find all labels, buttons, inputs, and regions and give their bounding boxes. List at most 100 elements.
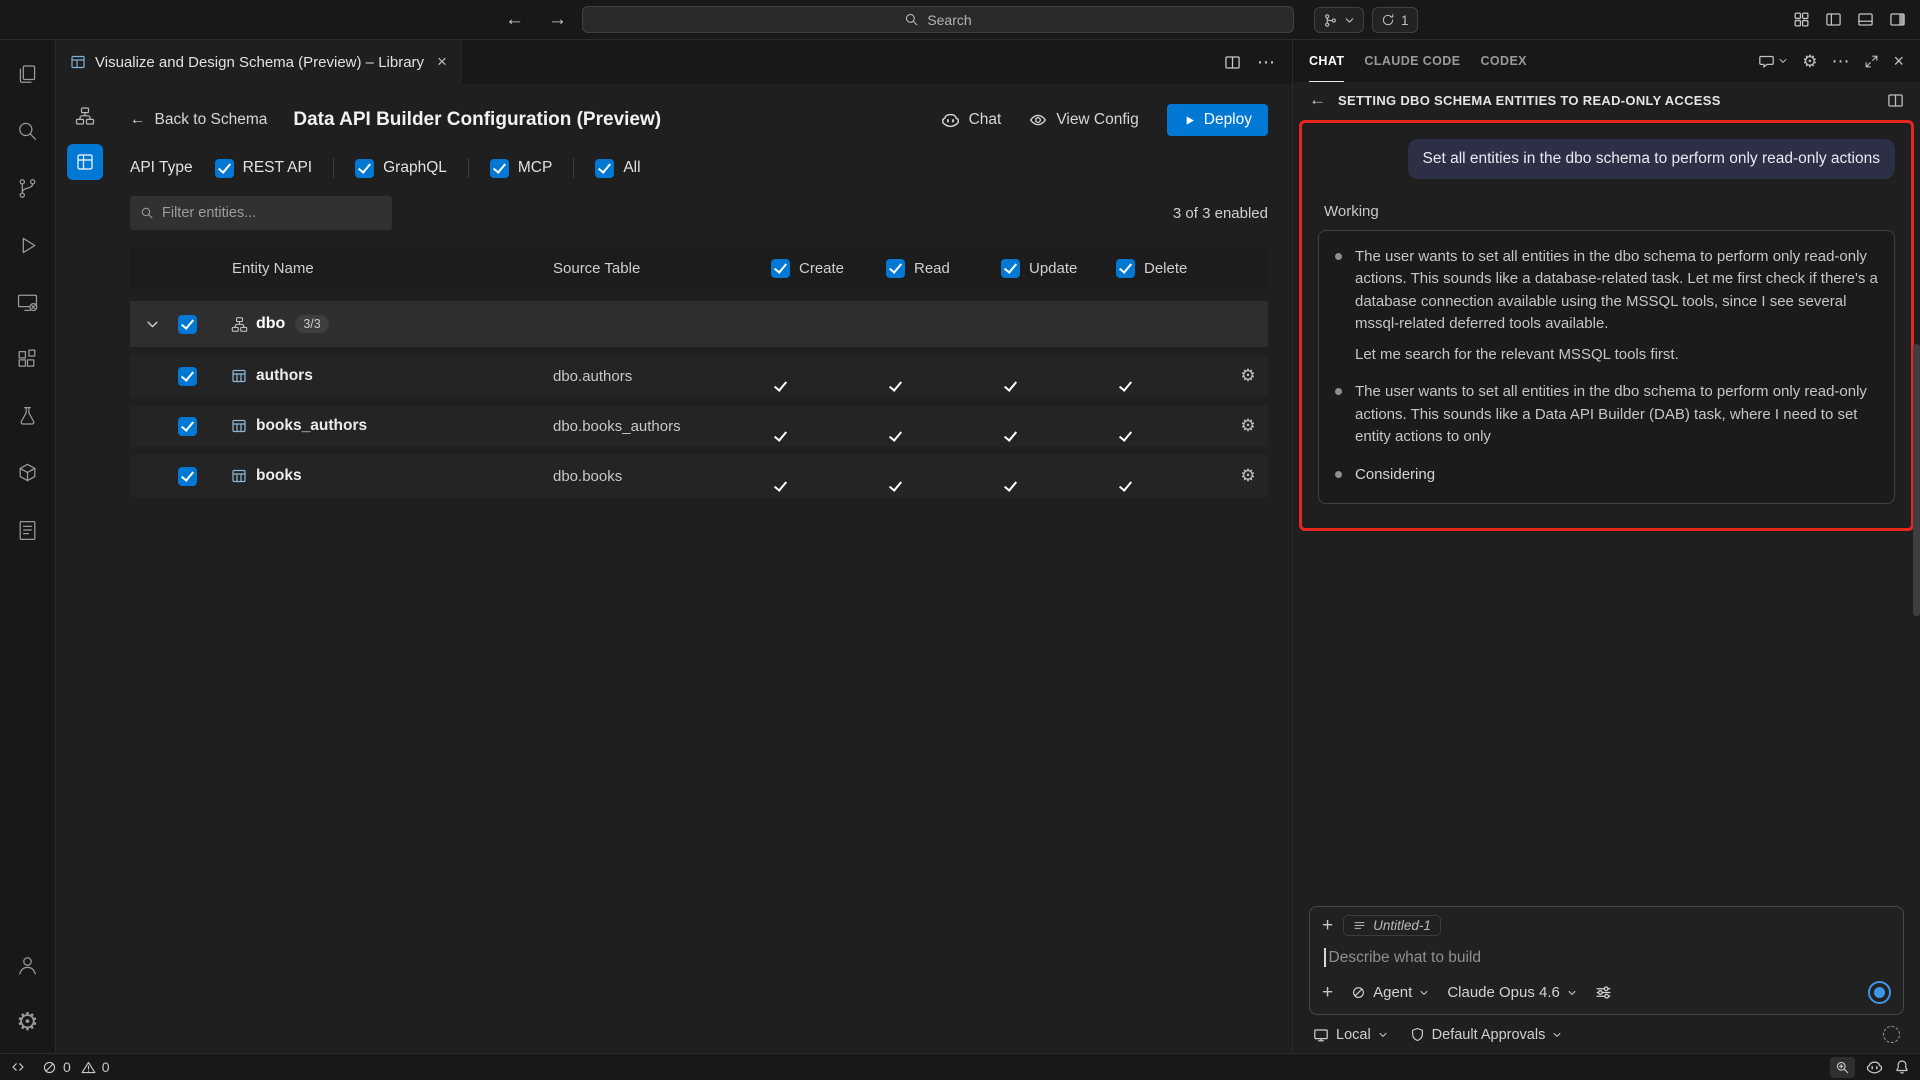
maximize-icon[interactable] [1864,54,1879,69]
row-checkbox[interactable] [178,467,197,486]
chat-button[interactable]: Chat [941,111,1002,130]
chevron-down-icon[interactable] [145,317,160,332]
filter-entities-field[interactable] [162,205,382,221]
chat-scrollbar[interactable] [1913,344,1920,616]
graphql-label: GraphQL [383,159,447,177]
settings-gear-icon[interactable]: ⚙ [0,994,56,1051]
schema-view-button[interactable] [67,98,103,134]
tab-title: Visualize and Design Schema (Preview) – … [95,54,424,71]
problems-indicator[interactable]: 0 0 [42,1059,110,1075]
delete-all-checkbox[interactable] [1116,259,1135,278]
schema-group-row[interactable]: dbo3/3 [130,301,1268,347]
database-projects-icon[interactable] [0,445,56,502]
accounts-icon[interactable] [0,937,56,994]
api-type-label: API Type [130,159,193,177]
editor-tab[interactable]: Visualize and Design Schema (Preview) – … [56,40,462,84]
extensions-icon[interactable] [0,331,56,388]
customize-layout-icon[interactable] [1793,11,1810,28]
run-debug-icon[interactable] [0,217,56,274]
row-settings-gear-icon[interactable]: ⚙ [1228,466,1268,486]
attach-icon[interactable]: + [1322,983,1333,1002]
toggle-panel-icon[interactable] [1857,11,1874,28]
voice-record-button[interactable] [1868,981,1891,1004]
search-activity-icon[interactable] [0,103,56,160]
chat-back-icon[interactable]: ← [1309,90,1326,110]
schema-designer-tab-icon [70,54,86,70]
history-back-icon[interactable]: ← [505,9,524,31]
chat-footer: Local Default Approvals [1293,1017,1920,1053]
read-all-checkbox[interactable] [886,259,905,278]
view-config-button[interactable]: View Config [1029,111,1138,129]
sync-button[interactable]: 1 [1372,7,1418,33]
table-row[interactable]: books dbo.books ⚙ [130,455,1268,497]
row-settings-gear-icon[interactable]: ⚙ [1228,416,1268,436]
graphql-checkbox[interactable] [355,159,374,178]
copilot-status-icon[interactable] [1866,1059,1883,1076]
comment-icon [1758,53,1775,70]
thinking-box[interactable]: The user wants to set all entities in th… [1318,230,1895,505]
rest-api-checkbox[interactable] [215,159,234,178]
chat-input-box[interactable]: + Untitled-1 Describe what to build + Ag… [1309,906,1904,1015]
tools-sliders-icon[interactable] [1595,984,1612,1001]
row-checkbox[interactable] [178,367,197,386]
tab-close-icon[interactable]: × [437,52,447,72]
rest-api-label: REST API [243,159,313,177]
search-icon [904,12,919,27]
chat-session-header: ← SETTING DBO SCHEMA ENTITIES TO READ-ON… [1293,82,1920,118]
toggle-primary-sidebar-icon[interactable] [1825,11,1842,28]
row-checkbox[interactable] [178,417,197,436]
chat-close-icon[interactable]: × [1893,51,1904,72]
mcp-checkbox[interactable] [490,159,509,178]
chevron-down-icon [1344,15,1355,26]
new-chat-button[interactable] [1758,53,1788,70]
dab-config-view-button[interactable] [67,144,103,180]
col-delete: Delete [1144,260,1187,277]
create-all-checkbox[interactable] [771,259,790,278]
toggle-secondary-sidebar-icon[interactable] [1889,11,1906,28]
table-row[interactable]: books_authors dbo.books_authors ⚙ [130,405,1268,447]
testing-icon[interactable] [0,388,56,445]
chat-settings-gear-icon[interactable]: ⚙ [1802,53,1817,70]
model-picker[interactable]: Claude Opus 4.6 [1447,984,1577,1001]
source-control-icon[interactable] [0,160,56,217]
tab-chat[interactable]: CHAT [1309,40,1344,82]
tab-claude-code[interactable]: CLAUDE CODE [1364,40,1460,82]
mode-picker[interactable]: Agent [1351,984,1429,1001]
table-icon [231,368,247,384]
chat-tab-bar: CHAT CLAUDE CODE CODEX ⚙ ⋯ × [1293,40,1920,82]
row-settings-gear-icon[interactable]: ⚙ [1228,366,1268,386]
open-session-in-editor-icon[interactable] [1887,92,1904,109]
schema-group-checkbox[interactable] [178,315,197,334]
api-option-mcp: MCP [490,159,552,178]
environment-picker[interactable]: Local [1313,1027,1388,1043]
source-control-graph-button[interactable] [1314,7,1364,33]
zoom-status-button[interactable] [1830,1057,1855,1078]
session-progress-icon[interactable] [1883,1026,1900,1043]
remote-brackets-icon [10,1059,26,1075]
entity-name: books [256,467,302,485]
attached-file-chip[interactable]: Untitled-1 [1343,915,1441,936]
chat-button-label: Chat [969,111,1002,129]
remote-explorer-icon[interactable] [0,274,56,331]
editor-more-actions-icon[interactable]: ⋯ [1257,52,1276,73]
back-arrow-icon: ← [130,111,146,129]
back-to-schema-link[interactable]: ← Back to Schema [130,111,267,129]
notifications-bell-icon[interactable] [1894,1059,1910,1075]
chat-more-actions-icon[interactable]: ⋯ [1831,51,1850,72]
chat-input-placeholder[interactable]: Describe what to build [1329,949,1482,967]
explorer-icon[interactable] [0,46,56,103]
deploy-button[interactable]: Deploy [1167,104,1268,136]
command-center-search[interactable]: Search [582,6,1294,33]
deploy-label: Deploy [1204,111,1252,129]
all-checkbox[interactable] [595,159,614,178]
history-forward-icon[interactable]: → [548,9,567,31]
split-editor-icon[interactable] [1224,54,1241,71]
filter-entities-input[interactable] [130,196,392,230]
remote-indicator[interactable] [10,1059,26,1075]
sql-server-icon[interactable] [0,502,56,559]
update-all-checkbox[interactable] [1001,259,1020,278]
approvals-picker[interactable]: Default Approvals [1410,1027,1563,1043]
add-context-icon[interactable]: + [1322,916,1333,935]
tab-codex[interactable]: CODEX [1480,40,1526,82]
table-row[interactable]: authors dbo.authors ⚙ [130,355,1268,397]
